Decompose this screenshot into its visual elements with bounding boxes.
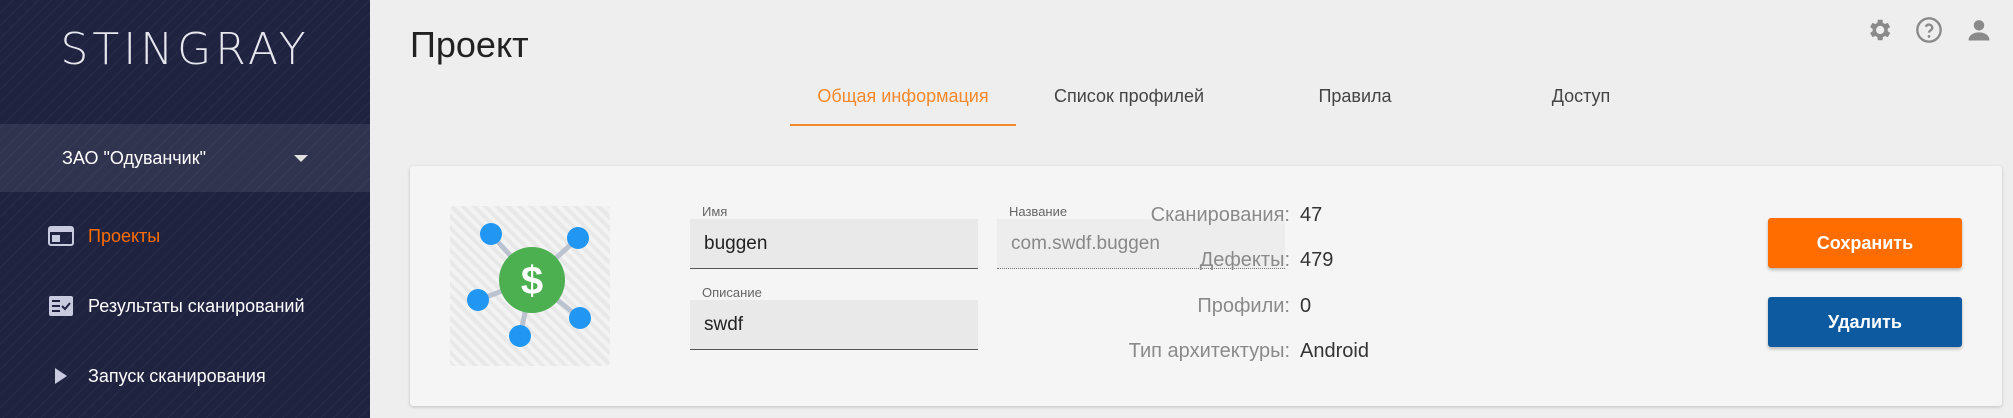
organization-label: ЗАО "Одуванчик" — [62, 147, 206, 168]
stat-value: 0 — [1300, 295, 1312, 317]
top-toolbar — [1865, 16, 1993, 44]
tabs: Общая информация Список профилей Правила… — [790, 80, 1694, 126]
name-label: Имя — [702, 204, 728, 219]
project-card: $ Имя Название пакета Описание Сканирова… — [410, 166, 2002, 406]
page-title: Проект — [410, 24, 529, 65]
gear-icon[interactable] — [1865, 16, 1893, 44]
save-button[interactable]: Сохранить — [1768, 218, 1962, 268]
scan-results-icon — [48, 293, 74, 319]
stat-value: 479 — [1300, 249, 1334, 271]
stat-label: Профили: — [1197, 295, 1290, 317]
stat-label: Дефекты: — [1199, 249, 1290, 271]
help-icon[interactable] — [1915, 16, 1943, 44]
sidebar-item-label: Результаты сканирований — [88, 295, 305, 316]
svg-text:$: $ — [521, 259, 543, 303]
network-dollar-icon: $ — [467, 223, 591, 347]
sidebar-item-scan-results[interactable]: Результаты сканирований — [0, 276, 370, 336]
sidebar-item-projects[interactable]: Проекты — [0, 206, 370, 266]
stat-label: Тип архитектуры: — [1128, 340, 1290, 362]
sidebar: STINGRAY ЗАО "Одуванчик" Проекты Результ… — [0, 0, 370, 418]
sidebar-item-label: Проекты — [88, 225, 161, 246]
stat-profiles: Профили: 0 — [1130, 295, 1530, 325]
play-icon — [48, 363, 74, 389]
tab-general-info[interactable]: Общая информация — [790, 80, 1016, 126]
sidebar-item-start-scan[interactable]: Запуск сканирования — [0, 346, 370, 406]
projects-icon — [48, 223, 74, 249]
stat-label: Сканирования: — [1150, 204, 1290, 226]
stat-defects: Дефекты: 479 — [1130, 249, 1530, 279]
stat-value: Android — [1300, 340, 1369, 362]
stat-scans: Сканирования: 47 — [1130, 204, 1530, 234]
name-input[interactable] — [690, 219, 978, 269]
delete-button[interactable]: Удалить — [1768, 297, 1962, 347]
tab-profiles[interactable]: Список профилей — [1016, 80, 1242, 126]
user-icon[interactable] — [1965, 16, 1993, 44]
description-input[interactable] — [690, 300, 978, 350]
stat-architecture: Тип архитектуры: Android — [1128, 340, 1530, 370]
sidebar-item-label: Запуск сканирования — [88, 365, 266, 386]
project-image[interactable]: $ — [450, 206, 610, 366]
caret-down-icon — [294, 154, 308, 162]
tab-access[interactable]: Доступ — [1468, 80, 1694, 126]
app-logo: STINGRAY — [60, 24, 310, 75]
organization-select[interactable]: ЗАО "Одуванчик" — [0, 124, 370, 192]
tab-rules[interactable]: Правила — [1242, 80, 1468, 126]
stat-value: 47 — [1300, 204, 1323, 226]
description-label: Описание — [702, 285, 762, 300]
